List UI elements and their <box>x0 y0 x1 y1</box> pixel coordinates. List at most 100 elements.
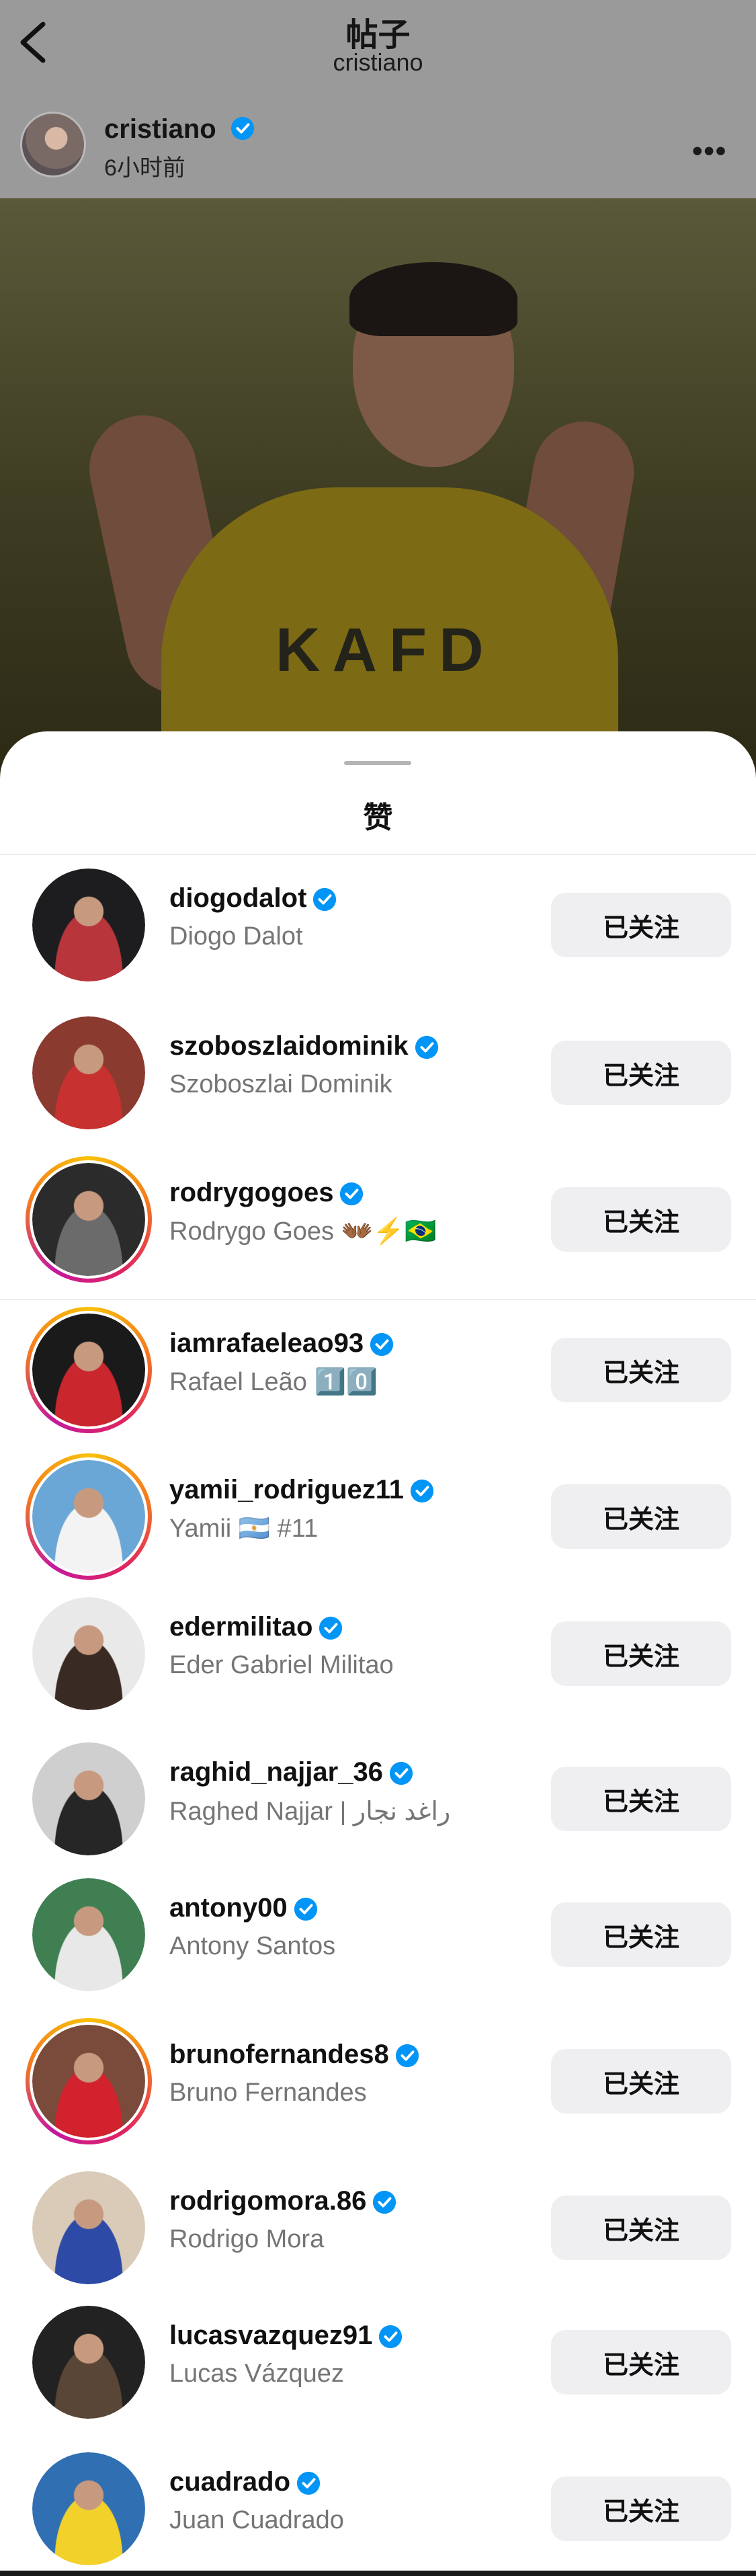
post-time: 6小时前 <box>104 155 185 181</box>
liker-row[interactable]: cuadrado Juan Cuadrado 已关注 <box>0 2442 756 2576</box>
avatar-image <box>32 1314 145 1426</box>
liker-fullname: Raghed Najjar | راغد نجار <box>169 1798 451 1826</box>
liker-username[interactable]: szoboszlaidominik <box>169 1031 439 1061</box>
post-author-bar: cristiano 6小时前 ••• <box>0 87 756 198</box>
liker-username-text: brunofernandes8 <box>169 2040 389 2069</box>
liker-row[interactable]: brunofernandes8 Bruno Fernandes 已关注 <box>0 2014 756 2148</box>
verified-badge-icon <box>410 1480 434 1503</box>
avatar-image <box>32 1016 145 1129</box>
liker-avatar[interactable] <box>32 1597 145 1710</box>
avatar-image <box>32 1878 145 1991</box>
liker-username[interactable]: diogodalot <box>169 883 337 914</box>
verified-badge-icon <box>379 2325 403 2349</box>
following-button[interactable]: 已关注 <box>551 2330 731 2394</box>
following-button[interactable]: 已关注 <box>551 893 731 957</box>
following-button[interactable]: 已关注 <box>551 1187 731 1252</box>
liker-avatar[interactable] <box>32 1314 145 1426</box>
verified-badge-icon <box>373 2191 396 2214</box>
liker-fullname: Antony Santos <box>169 1932 336 1960</box>
following-button[interactable]: 已关注 <box>551 1902 731 1967</box>
photo-hair <box>349 262 517 336</box>
liker-row[interactable]: diogodalot Diogo Dalot 已关注 <box>0 858 756 992</box>
liker-avatar[interactable] <box>32 1163 145 1276</box>
liker-avatar[interactable] <box>32 869 145 981</box>
following-button[interactable]: 已关注 <box>551 2477 731 2541</box>
liker-username-text: cuadrado <box>169 2467 291 2497</box>
verified-badge-icon <box>415 1036 438 1059</box>
liker-avatar[interactable] <box>32 2171 145 2284</box>
liker-username[interactable]: raghid_najjar_36 <box>169 1757 414 1787</box>
liker-fullname: Rodrigo Mora <box>169 2225 325 2253</box>
liker-username[interactable]: yamii_rodriguez11 <box>169 1475 435 1505</box>
list-divider <box>0 1299 756 1300</box>
liker-username-text: rodrygogoes <box>169 1178 334 1207</box>
more-options-icon[interactable]: ••• <box>692 134 727 168</box>
shirt-text: KAFD <box>276 616 496 684</box>
avatar-image <box>32 2306 145 2419</box>
following-button[interactable]: 已关注 <box>551 2049 731 2114</box>
liker-avatar[interactable] <box>32 2306 145 2419</box>
avatar-image <box>32 1597 145 1710</box>
verified-badge-icon <box>296 2472 321 2495</box>
avatar-image <box>32 2452 145 2565</box>
liker-row[interactable]: antony00 Antony Santos 已关注 <box>0 1867 756 2002</box>
liker-avatar[interactable] <box>32 1460 145 1573</box>
liker-username[interactable]: rodrygogoes <box>169 1178 364 1208</box>
verified-badge-icon <box>389 1762 413 1785</box>
liker-username[interactable]: edermilitao <box>169 1612 343 1642</box>
liker-avatar[interactable] <box>32 1016 145 1129</box>
liker-username-text: szoboszlaidominik <box>169 1031 409 1061</box>
liker-row[interactable]: iamrafaeleao93 Rafael Leão 1️⃣0️⃣ 已关注 <box>0 1303 756 1437</box>
liker-username[interactable]: brunofernandes8 <box>169 2040 420 2070</box>
liker-row[interactable]: edermilitao Eder Gabriel Militao 已关注 <box>0 1586 756 1721</box>
following-button[interactable]: 已关注 <box>551 1767 731 1831</box>
verified-badge-icon <box>395 2044 419 2068</box>
liker-username[interactable]: rodrigomora.86 <box>169 2186 397 2216</box>
following-button[interactable]: 已关注 <box>551 1338 731 1402</box>
liker-username-text: rodrigomora.86 <box>169 2186 367 2216</box>
author-avatar[interactable] <box>20 112 86 177</box>
liker-username-text: yamii_rodriguez11 <box>169 1475 405 1504</box>
sheet-divider <box>0 854 756 855</box>
liker-username[interactable]: lucasvazquez91 <box>169 2321 403 2351</box>
liker-row[interactable]: szoboszlaidominik Szoboszlai Dominik 已关注 <box>0 1006 756 1140</box>
following-button[interactable]: 已关注 <box>551 1041 731 1105</box>
sheet-grabber[interactable] <box>344 761 411 765</box>
avatar-image <box>32 2171 145 2284</box>
following-button[interactable]: 已关注 <box>551 1484 731 1549</box>
liker-fullname: Diogo Dalot <box>169 922 303 951</box>
liker-username-text: lucasvazquez91 <box>169 2321 373 2350</box>
liker-username-text: iamrafaeleao93 <box>169 1328 364 1358</box>
verified-badge-icon <box>313 888 337 912</box>
verified-badge-icon <box>340 1182 364 1206</box>
liker-username[interactable]: iamrafaeleao93 <box>169 1328 394 1359</box>
liker-username[interactable]: antony00 <box>169 1893 319 1923</box>
liker-row[interactable]: lucasvazquez91 Lucas Vázquez 已关注 <box>0 2295 756 2429</box>
post-photo[interactable]: KAFD <box>0 198 756 803</box>
liker-fullname: Eder Gabriel Militao <box>169 1651 394 1679</box>
avatar-image <box>32 869 145 981</box>
following-button[interactable]: 已关注 <box>551 2196 731 2260</box>
liker-fullname: Lucas Vázquez <box>169 2360 344 2388</box>
likes-sheet: 赞 diogodalot Diogo Dalot 已关注 szoboszlaidomi… <box>0 731 756 2571</box>
liker-row[interactable]: rodrygogoes Rodrygo Goes 👐🏾⚡️🇧🇷 已关注 <box>0 1152 756 1287</box>
avatar-image <box>32 2025 145 2138</box>
avatar-image <box>32 1460 145 1573</box>
verified-badge-icon <box>294 1898 317 1921</box>
liker-fullname: Juan Cuadrado <box>169 2506 344 2534</box>
post-background: 帖子 cristiano cristiano 6小时前 ••• KAFD <box>0 0 756 807</box>
liker-username[interactable]: cuadrado <box>169 2467 321 2497</box>
liker-fullname: Szoboszlai Dominik <box>169 1070 392 1098</box>
liker-avatar[interactable] <box>32 2452 145 2565</box>
liker-row[interactable]: rodrigomora.86 Rodrigo Mora 已关注 <box>0 2161 756 2295</box>
liker-row[interactable]: yamii_rodriguez11 Yamii 🇦🇷 #11 已关注 <box>0 1449 756 1584</box>
liker-avatar[interactable] <box>32 1878 145 1991</box>
verified-badge-icon <box>319 1617 343 1640</box>
author-username[interactable]: cristiano <box>104 114 216 145</box>
following-button[interactable]: 已关注 <box>551 1621 731 1686</box>
liker-avatar[interactable] <box>32 1742 145 1855</box>
page-subtitle: cristiano <box>333 48 423 76</box>
liker-avatar[interactable] <box>32 2025 145 2138</box>
liker-row[interactable]: raghid_najjar_36 Raghed Najjar | راغد نجا… <box>0 1732 756 1866</box>
liker-username-text: antony00 <box>169 1893 288 1923</box>
